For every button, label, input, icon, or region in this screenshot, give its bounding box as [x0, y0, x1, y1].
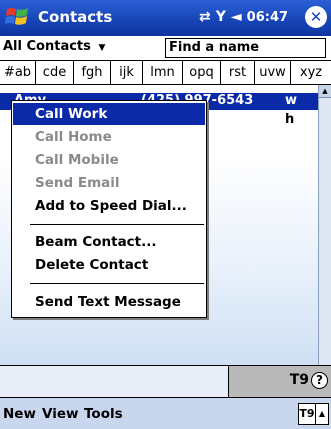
dropdown-arrow-icon: ▼ [95, 43, 106, 53]
tab-rst[interactable]: rst [221, 61, 255, 84]
help-icon[interactable]: ? [311, 372, 328, 389]
menu-view[interactable]: View [42, 406, 78, 422]
start-flag-icon[interactable] [4, 5, 31, 31]
title-bar: Contacts ⇄ Y ◄ 06:47 ✕ [0, 0, 331, 36]
menu-item-beam-contact[interactable]: Beam Contact... [13, 231, 205, 253]
connectivity-icon[interactable]: ⇄ [199, 9, 211, 25]
menu-item-call-home[interactable]: Call Home [13, 126, 205, 148]
status-icons: ⇄ Y ◄ 06:47 [199, 6, 288, 28]
category-label: All Contacts [3, 39, 91, 54]
filter-bar: All Contacts ▼ Find a name [0, 36, 331, 61]
scroll-up-icon[interactable]: ▲ [319, 85, 331, 98]
menu-item-delete-contact[interactable]: Delete Contact [13, 254, 205, 276]
menu-separator [30, 283, 204, 284]
volume-icon[interactable]: ◄ [231, 9, 242, 25]
app-title: Contacts [38, 8, 113, 26]
tab-lmn[interactable]: lmn [143, 61, 183, 84]
list-scrollbar[interactable]: ▲ [318, 85, 331, 365]
clock[interactable]: 06:47 [247, 10, 288, 25]
input-panel-strip: T9 ? [0, 365, 331, 397]
category-dropdown[interactable]: All Contacts ▼ [3, 39, 105, 54]
menu-tools[interactable]: Tools [84, 406, 123, 422]
tab-ijk[interactable]: ijk [111, 61, 143, 84]
alpha-tabs: #ab cde fgh ijk lmn opq rst uvw xyz [0, 61, 331, 85]
find-name-input[interactable]: Find a name [165, 38, 326, 58]
contact-phone-type: h [285, 112, 295, 127]
tab-fgh[interactable]: fgh [74, 61, 111, 84]
t9-panel[interactable]: T9 ? [228, 366, 331, 397]
tab-cde[interactable]: cde [36, 61, 74, 84]
tab-ab[interactable]: #ab [0, 61, 36, 84]
menu-item-send-text[interactable]: Send Text Message [13, 291, 205, 313]
tab-opq[interactable]: opq [183, 61, 221, 84]
menu-separator [30, 224, 204, 225]
input-method-arrow-icon[interactable]: ▲ [316, 403, 329, 425]
menu-bar: New View Tools T9 ▲ [0, 397, 331, 429]
menu-item-call-mobile[interactable]: Call Mobile [13, 149, 205, 171]
input-method-button[interactable]: T9 [298, 403, 316, 425]
menu-item-call-work[interactable]: Call Work [13, 103, 205, 125]
menu-new[interactable]: New [3, 406, 36, 422]
menu-item-send-email[interactable]: Send Email [13, 172, 205, 194]
t9-label: T9 [289, 372, 309, 388]
signal-icon[interactable]: Y [216, 9, 226, 25]
close-icon[interactable]: ✕ [305, 6, 327, 28]
tab-uvw[interactable]: uvw [255, 61, 291, 84]
tab-xyz[interactable]: xyz [291, 61, 331, 84]
contact-phone-type: w [285, 93, 298, 108]
menu-item-add-speed-dial[interactable]: Add to Speed Dial... [13, 195, 205, 217]
context-menu: Call Work Call Home Call Mobile Send Ema… [11, 100, 207, 318]
